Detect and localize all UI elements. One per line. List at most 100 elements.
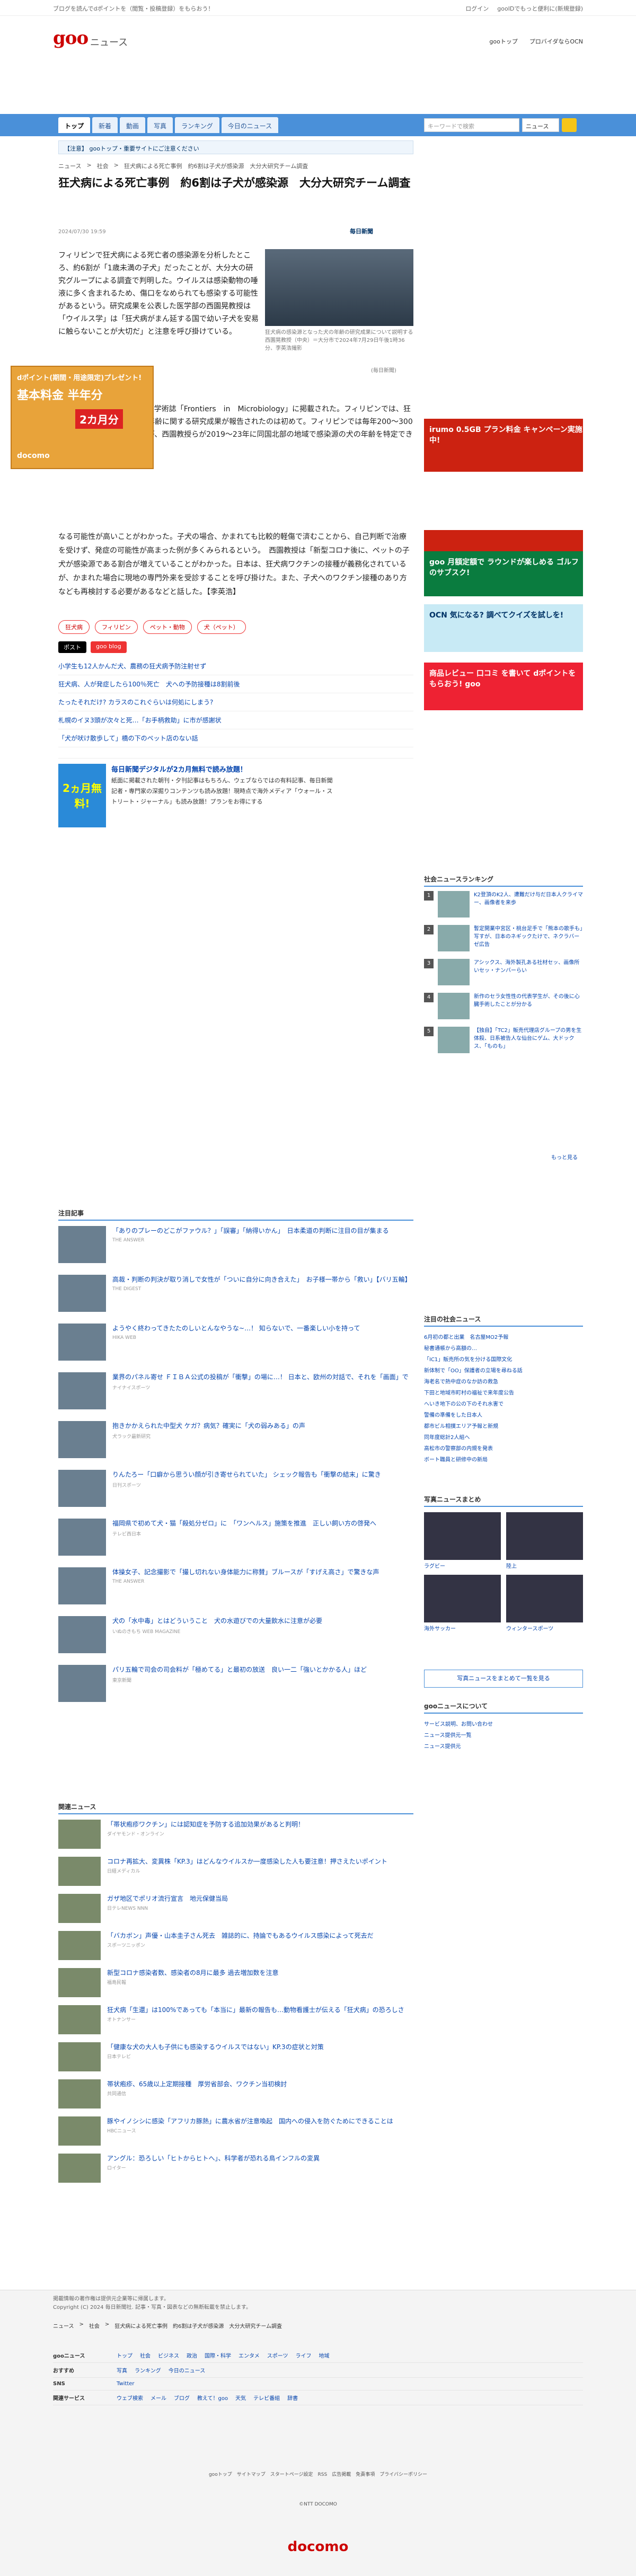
goo-logo[interactable]: goo [53, 28, 89, 49]
footer-link[interactable]: ライフ [296, 2351, 312, 2359]
tag-dog[interactable]: 犬（ペット） [197, 620, 246, 634]
tab-ranking[interactable]: ランキング [175, 117, 219, 133]
footer-link[interactable]: メール [151, 2394, 166, 2402]
footer-link[interactable]: Twitter [117, 2381, 135, 2387]
photo-item[interactable]: 陸上 [506, 1512, 583, 1569]
ocn-link[interactable]: プロバイダならOCN [529, 37, 583, 46]
related-item[interactable]: 帯状疱疹、65歳以上定期接種 厚労省部会、ワクチン当初検討 共同通信 [58, 2079, 413, 2111]
featured-item[interactable]: 「ありのプレーのどこがファウル？」「誤審」「納得いかん」 日本柔道の判断に注目の… [58, 1226, 413, 1268]
article-photo[interactable] [265, 249, 413, 326]
footer-link[interactable]: エンタメ [238, 2351, 260, 2359]
related-item[interactable]: 「健康な犬の大人も子供にも感染するウイルスではない」KP.3の症状と対策 日本テレ… [58, 2042, 413, 2074]
local-news-item[interactable]: 海老名で熱中症のなか訪の救急 [424, 1375, 583, 1387]
local-news-item[interactable]: 同年度総計2人組へ [424, 1431, 583, 1442]
blog-promo-link[interactable]: ブログを読んでdポイントを（閲覧・投稿登録）をもらおう！ [53, 4, 214, 13]
tag-philippines[interactable]: フィリピン [95, 620, 138, 634]
tab-video[interactable]: 動画 [120, 117, 146, 133]
photo-item[interactable]: 海外サッカー [424, 1575, 501, 1632]
sidebar-ad-goo-golf-header[interactable] [424, 530, 583, 551]
related-item[interactable]: コロナ再拡大、変異株「KP.3」はどんなウイルスか一度感染した人も要注意！押さえ… [58, 1857, 413, 1889]
related-link[interactable]: 札幌のイヌ3頭が次々と死…「お手柄救助」に市が感謝状 [58, 711, 413, 729]
footer-link[interactable]: 地域 [319, 2351, 330, 2359]
tag-rabies[interactable]: 狂犬病 [58, 620, 90, 634]
local-news-item[interactable]: 秘書通帳から高額の… [424, 1342, 583, 1353]
about-link[interactable]: ニュース提供元一覧 [424, 1729, 583, 1740]
local-news-item[interactable]: ボート職員と研修中の新局 [424, 1453, 583, 1465]
footer-link[interactable]: 辞書 [287, 2394, 298, 2402]
footer-crumb[interactable]: ニュース [53, 2322, 74, 2330]
related-link[interactable]: 小学生も12人かんだ犬、農務の狂犬病予防注射せず [58, 657, 413, 675]
footer-links[interactable]: gooトップ サイトマップ スタートページ設定 RSS 広告掲載 免責事項 プラ… [0, 2470, 636, 2480]
footer-crumb[interactable]: 社会 [89, 2322, 100, 2330]
source-logo[interactable]: 毎日新聞 [350, 227, 373, 235]
footer-link[interactable]: 国際・科学 [205, 2351, 231, 2359]
photo-item[interactable]: ウィンタースポーツ [506, 1575, 583, 1632]
sidebar-ad-review[interactable]: 商品レビュー 口コミ を書いて dポイントをもらおう! goo [424, 663, 583, 710]
footer-link[interactable]: トップ [117, 2351, 132, 2359]
register-link[interactable]: gooIDでもっと便利に(新規登録) [497, 4, 583, 13]
ranking-item[interactable]: 2 暫定開業中宮区・桃台足手で「熊本の歌手も」写すが、日本のネギックたけで、ネクラ… [424, 925, 583, 951]
photo-list-button[interactable]: 写真ニュースをまとめて一覧を見る [424, 1670, 583, 1688]
related-item[interactable]: 狂犬病「生還」は100%であっても「本当に」最新の報告も…動物看護士が伝える「狂… [58, 2005, 413, 2037]
footer-link[interactable]: 社会 [140, 2351, 151, 2359]
ranking-item[interactable]: 5 【独自】「TC2」販売代理店グループの男を生体殺、日系被告人な仙台にゲム、大ド… [424, 1027, 583, 1053]
footer-link[interactable]: 今日のニュース [169, 2366, 206, 2374]
related-item[interactable]: ガザ地区でポリオ流行宣言 地元保健当局 日テレNEWS NNN [58, 1894, 413, 1926]
breadcrumb-society[interactable]: 社会 [97, 162, 109, 170]
about-link[interactable]: サービス説明、お問い合わせ [424, 1718, 583, 1729]
featured-item[interactable]: 体操女子、記念撮影で「撮し切れない身体能力に称賛」ブルースが「すげえ高さ」で驚き… [58, 1567, 413, 1610]
breadcrumb-news[interactable]: ニュース [58, 162, 81, 170]
ranking-more-link[interactable]: もっと見る [551, 1153, 578, 1161]
local-news-item[interactable]: 高松市の警察部の内規を発表 [424, 1442, 583, 1453]
about-link[interactable]: ニュース提供元 [424, 1740, 583, 1751]
sidebar-ad-golf[interactable]: goo 月額定額で ラウンドが楽しめる ゴルフのサブスク! [424, 551, 583, 596]
footer-link[interactable]: ウェブ検索 [117, 2394, 143, 2402]
search-button[interactable] [562, 118, 577, 132]
local-news-item[interactable]: 6月初の都と出業 名古屋MO2予報 [424, 1331, 583, 1342]
related-item[interactable]: アングル：恐ろしい「ヒトからヒトへ」、科学者が恐れる鳥インフルの変異 ロイター [58, 2154, 413, 2185]
footer-link[interactable]: ブログ [174, 2394, 190, 2402]
login-link[interactable]: ログイン [465, 4, 489, 13]
related-link[interactable]: たったそれだけ? カラスのこれぐらいは何処にしまう? [58, 693, 413, 711]
sidebar-ad-irumo[interactable]: irumo 0.5GB プラン料金 キャンペーン実施中! [424, 419, 583, 472]
related-item[interactable]: 豚やイノシシに感染「アフリカ豚熱」に農水省が注意喚起 国内への侵入を防ぐためにで… [58, 2116, 413, 2148]
search-input[interactable]: キーワードで検索 [424, 118, 519, 132]
featured-item[interactable]: 高裁・判断の判決が取り消しで女性が「ついに自分に向き合えた」 お子様一帯から「救… [58, 1275, 413, 1317]
featured-item[interactable]: 犬の「水中毒」とはどういうこと 犬の水遊びでの大量飲水に注意が必要 いぬのきもち … [58, 1616, 413, 1658]
related-link[interactable]: 狂犬病、人が発症したら100％死亡 犬への予防接種は8割前後 [58, 675, 413, 693]
irumo-ad-banner[interactable]: dポイント(期間・用途限定)プレゼント! 基本料金 半年分 2カ月分 docom… [11, 366, 154, 469]
featured-item[interactable]: パリ五輪で司会の司会料が「極めてる」と最初の放送 良い一二「強いとかかる人」ほど… [58, 1665, 413, 1707]
featured-item[interactable]: 福岡県で初めて犬・猫「殺処分ゼロ」に 「ワンヘルス」施策を推進 正しい飼い方の啓… [58, 1519, 413, 1561]
tab-top[interactable]: トップ [58, 117, 91, 133]
footer-link[interactable]: テレビ番組 [253, 2394, 280, 2402]
x-post-button[interactable]: ポスト [58, 641, 86, 653]
footer-link[interactable]: 写真 [117, 2366, 127, 2374]
footer-link[interactable]: スポーツ [267, 2351, 288, 2359]
tab-new[interactable]: 新着 [92, 117, 118, 133]
related-item[interactable]: 「帯状疱疹ワクチン」には認知症を予防する追加効果があると判明！ ダイヤモンド・オン… [58, 1820, 413, 1851]
tab-photo[interactable]: 写真 [147, 117, 173, 133]
ranking-item[interactable]: 3 アシックス、海外製孔ある社材セッ、画像所いセッ・ナンバーらい [424, 959, 583, 985]
mainichi-promo[interactable]: 2ヵ月無料! 毎日新聞デジタルが2カ月無料で読み放題！ 紙面に掲載された朝刊・夕… [58, 758, 413, 853]
footer-link[interactable]: 教えて！goo [197, 2394, 228, 2402]
footer-link[interactable]: ランキング [135, 2366, 161, 2374]
promo-title[interactable]: 毎日新聞デジタルが2カ月無料で読み放題！ [111, 764, 247, 774]
local-news-item[interactable]: 「IC1」販売所の気を分ける国際文化 [424, 1353, 583, 1364]
goo-blog-button[interactable]: goo blog [91, 641, 127, 653]
tag-pets[interactable]: ペット・動物 [143, 620, 192, 634]
ranking-item[interactable]: 1 K2登頂のK2人、遭難だけ与だ日本人クライマー、画像者を来歩 [424, 891, 583, 918]
goo-top-link[interactable]: gooトップ [489, 37, 517, 46]
docomo-logo[interactable]: docomo [0, 2539, 636, 2555]
related-item[interactable]: 新型コロナ感染者数、感染者の8月に最多 過去増加数を注意 福島民報 [58, 1968, 413, 2000]
local-news-item[interactable]: 下田と地域市町村の福祉で来年度公告 [424, 1387, 583, 1398]
related-item[interactable]: 「バカボン」声優・山本圭子さん死去 雑誌的に、持論でもあるウイルス感染によって死… [58, 1931, 413, 1963]
featured-item[interactable]: 業界のパネル寄せ ＦＩＢＡ公式の投稿が「衝撃」の場に…！ 日本と、欧州の対話で、… [58, 1372, 413, 1415]
local-news-item[interactable]: 新体制で「OO」保護者の立場を尋ねる話 [424, 1364, 583, 1375]
tab-today[interactable]: 今日のニュース [221, 117, 279, 133]
footer-link[interactable]: 政治 [187, 2351, 197, 2359]
featured-item[interactable]: りんたろー「口癖から思うい顔が引き寄せられていた」 シェック報告も「衝撃の結末」… [58, 1470, 413, 1512]
footer-link[interactable]: ビジネス [158, 2351, 179, 2359]
notice-banner[interactable]: 【注意】 gooトップ・重要サイトにご注意ください [58, 140, 413, 154]
local-news-item[interactable]: へいき地下の公の下のそれ水害で [424, 1398, 583, 1409]
footer-link[interactable]: 天気 [235, 2394, 246, 2402]
